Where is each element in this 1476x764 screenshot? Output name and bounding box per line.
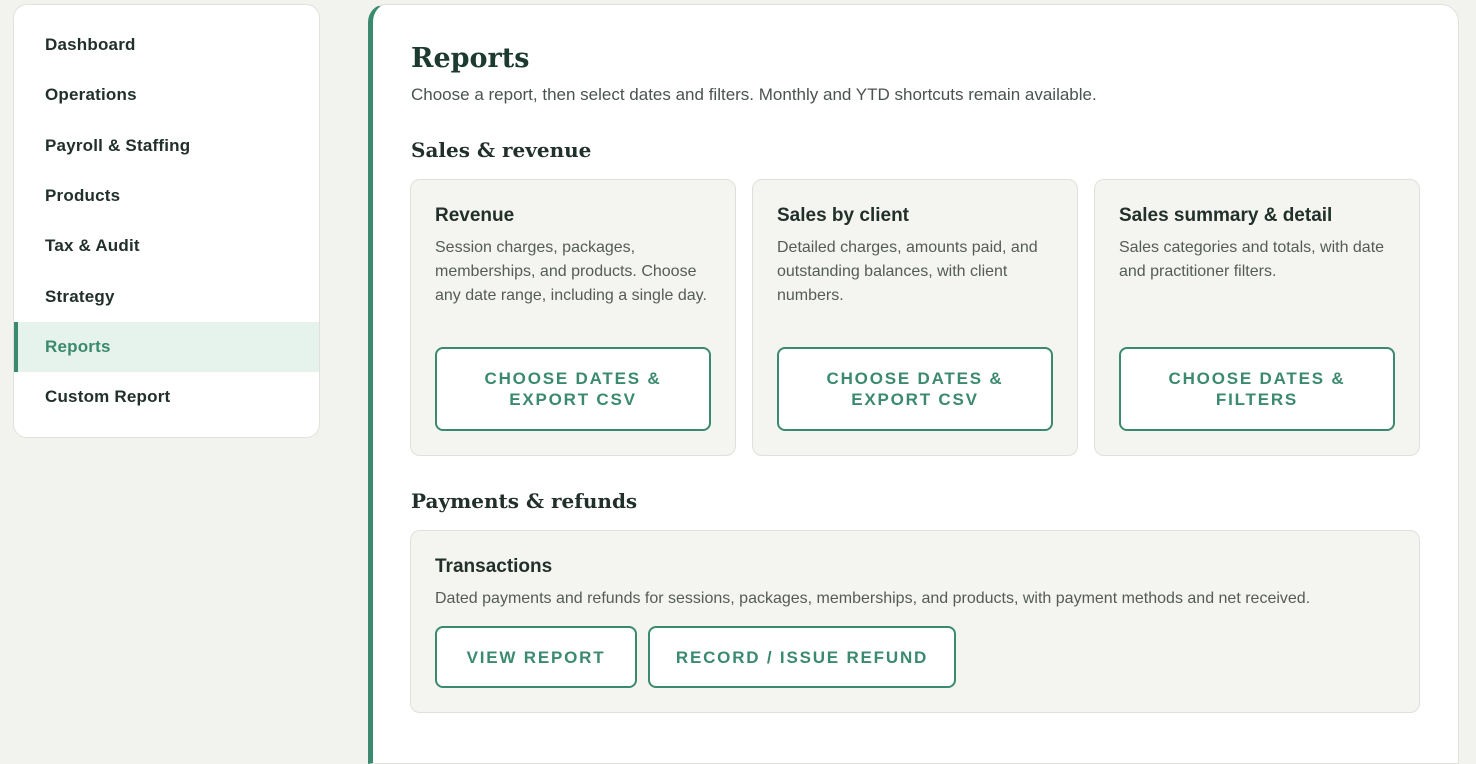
card-description: Session charges, packages, memberships, … (435, 239, 707, 304)
section-title-payments-refunds: Payments & refunds (411, 489, 638, 513)
sidebar-item-dashboard[interactable]: Dashboard (14, 20, 319, 70)
report-card-sales-by-client: Sales by client Detailed charges, amount… (752, 179, 1078, 456)
section-title-sales-revenue: Sales & revenue (411, 138, 592, 162)
choose-dates-export-csv-button[interactable]: CHOOSE DATES & EXPORT CSV (435, 347, 711, 431)
record-issue-refund-button[interactable]: RECORD / ISSUE REFUND (648, 626, 956, 688)
view-report-button[interactable]: VIEW REPORT (435, 626, 637, 688)
card-description: Sales categories and totals, with date a… (1119, 239, 1385, 280)
choose-dates-filters-button[interactable]: CHOOSE DATES & FILTERS (1119, 347, 1395, 431)
sidebar-item-operations[interactable]: Operations (14, 70, 319, 120)
card-title: Sales summary & detail (1119, 205, 1333, 226)
sidebar-item-strategy[interactable]: Strategy (14, 271, 319, 321)
report-card-revenue: Revenue Session charges, packages, membe… (410, 179, 736, 456)
choose-dates-export-csv-button[interactable]: CHOOSE DATES & EXPORT CSV (777, 347, 1053, 431)
card-title: Revenue (435, 205, 515, 226)
sidebar: Dashboard Operations Payroll & Staffing … (13, 4, 320, 438)
card-title: Sales by client (777, 205, 910, 226)
card-description: Dated payments and refunds for sessions,… (435, 590, 1311, 607)
sidebar-item-custom-report[interactable]: Custom Report (14, 372, 319, 422)
main-panel: Reports Choose a report, then select dat… (368, 4, 1459, 764)
page-title: Reports (411, 43, 530, 74)
report-card-sales-summary: Sales summary & detail Sales categories … (1094, 179, 1420, 456)
card-title: Transactions (435, 556, 553, 577)
card-description: Detailed charges, amounts paid, and outs… (777, 239, 1038, 304)
report-card-transactions: Transactions Dated payments and refunds … (410, 530, 1420, 713)
sidebar-item-reports[interactable]: Reports (14, 321, 319, 373)
sidebar-item-payroll-staffing[interactable]: Payroll & Staffing (14, 121, 319, 171)
sidebar-item-tax-audit[interactable]: Tax & Audit (14, 221, 319, 271)
page-subtitle: Choose a report, then select dates and f… (411, 85, 1097, 104)
sidebar-item-products[interactable]: Products (14, 171, 319, 221)
